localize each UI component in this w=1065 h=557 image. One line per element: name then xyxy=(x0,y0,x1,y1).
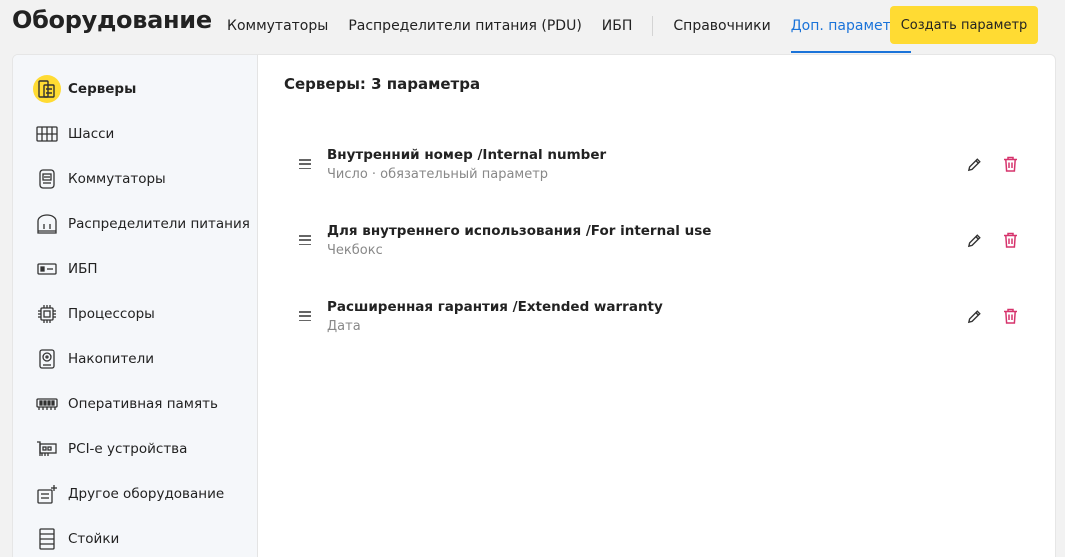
ups-icon xyxy=(33,255,61,283)
ram-icon xyxy=(33,390,61,418)
server-icon xyxy=(33,75,61,103)
sidebar-item-ram[interactable]: Оперативная память xyxy=(13,384,258,424)
tab-switches[interactable]: Коммутаторы xyxy=(227,0,328,52)
param-name: Для внутреннего использования /For inter… xyxy=(327,223,712,239)
create-parameter-button[interactable]: Создать параметр xyxy=(890,6,1038,44)
param-name: Внутренний номер /Internal number xyxy=(327,147,607,163)
rack-icon xyxy=(33,525,61,553)
sidebar-item-switches[interactable]: Коммутаторы xyxy=(13,159,258,199)
sidebar-item-pcie[interactable]: PCI-e устройства xyxy=(13,429,258,469)
param-row: Внутренний номер /Internal number Число … xyxy=(284,141,1029,201)
switch-icon xyxy=(33,165,61,193)
sidebar-item-label: Процессоры xyxy=(68,306,155,322)
sidebar: Серверы Шасси Коммутаторы Распределители… xyxy=(13,55,258,557)
param-subtitle: Число · обязательный параметр xyxy=(327,167,549,182)
pdu-icon xyxy=(33,210,61,238)
edit-icon[interactable] xyxy=(963,153,985,175)
param-subtitle: Дата xyxy=(327,319,361,334)
tab-pdu[interactable]: Распределители питания (PDU) xyxy=(348,0,581,52)
param-subtitle: Чекбокс xyxy=(327,243,383,258)
cpu-icon xyxy=(33,300,61,328)
drag-handle-icon[interactable] xyxy=(299,159,311,169)
sidebar-item-label: Шасси xyxy=(68,126,115,142)
sidebar-item-label: Стойки xyxy=(68,531,120,547)
sidebar-item-chassis[interactable]: Шасси xyxy=(13,114,258,154)
trash-icon[interactable] xyxy=(999,229,1021,251)
sidebar-item-label: Другое оборудование xyxy=(68,486,225,502)
sidebar-item-ups[interactable]: ИБП xyxy=(13,249,258,289)
edit-icon[interactable] xyxy=(963,229,985,251)
param-name: Расширенная гарантия /Extended warranty xyxy=(327,299,663,315)
chassis-icon xyxy=(33,120,61,148)
sidebar-item-label: ИБП xyxy=(68,261,98,277)
other-equipment-icon xyxy=(33,480,61,508)
sidebar-item-label: PCI-e устройства xyxy=(68,441,188,457)
content-card: Серверы Шасси Коммутаторы Распределители… xyxy=(12,54,1056,557)
tab-references[interactable]: Справочники xyxy=(673,0,770,52)
sidebar-item-other-equipment[interactable]: Другое оборудование xyxy=(13,474,258,514)
trash-icon[interactable] xyxy=(999,305,1021,327)
top-nav: Коммутаторы Распределители питания (PDU)… xyxy=(227,0,931,53)
main-panel: Серверы: 3 параметра Внутренний номер /I… xyxy=(259,55,1055,557)
sidebar-item-servers[interactable]: Серверы xyxy=(13,69,258,109)
sidebar-item-label: Серверы xyxy=(68,81,137,97)
sidebar-item-pdu[interactable]: Распределители питания xyxy=(13,204,258,244)
drag-handle-icon[interactable] xyxy=(299,235,311,245)
page-title: Оборудование xyxy=(12,6,212,34)
sidebar-item-label: Коммутаторы xyxy=(68,171,166,187)
sidebar-item-label: Распределители питания xyxy=(68,216,250,232)
drive-icon xyxy=(33,345,61,373)
param-row: Для внутреннего использования /For inter… xyxy=(284,217,1029,277)
sidebar-item-processors[interactable]: Процессоры xyxy=(13,294,258,334)
sidebar-item-drives[interactable]: Накопители xyxy=(13,339,258,379)
sidebar-item-label: Оперативная память xyxy=(68,396,218,412)
nav-divider xyxy=(652,16,654,36)
drag-handle-icon[interactable] xyxy=(299,311,311,321)
edit-icon[interactable] xyxy=(963,305,985,327)
param-row: Расширенная гарантия /Extended warranty … xyxy=(284,293,1029,353)
tab-ups[interactable]: ИБП xyxy=(602,0,633,52)
section-title: Серверы: 3 параметра xyxy=(284,75,481,93)
sidebar-item-racks[interactable]: Стойки xyxy=(13,519,258,557)
sidebar-item-label: Накопители xyxy=(68,351,155,367)
pcie-icon xyxy=(33,435,61,463)
trash-icon[interactable] xyxy=(999,153,1021,175)
